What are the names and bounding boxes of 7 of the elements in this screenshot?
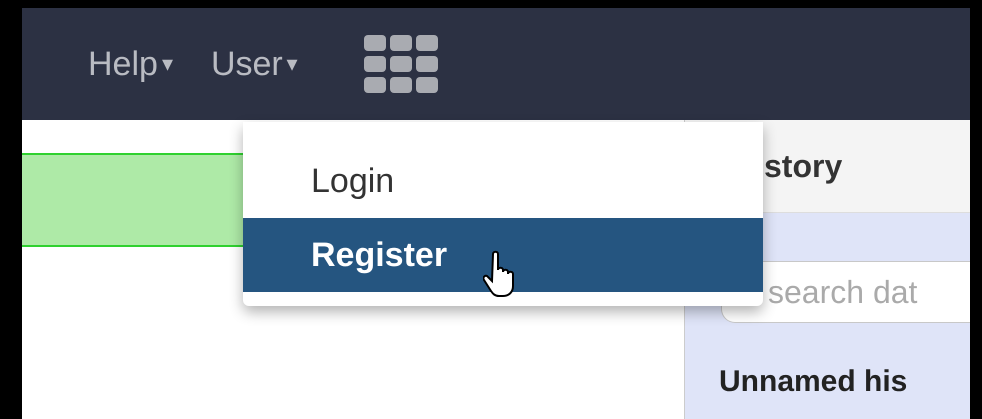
- history-name: Unnamed his: [719, 365, 908, 398]
- nav-menu[interactable]: Help▾: [88, 44, 173, 84]
- panel-title: story: [764, 148, 842, 184]
- menu-item[interactable]: Login: [243, 144, 763, 218]
- menu-item[interactable]: Register: [243, 218, 763, 292]
- apps-grid-icon[interactable]: [364, 35, 438, 93]
- nav-menu[interactable]: User▾: [210, 44, 298, 84]
